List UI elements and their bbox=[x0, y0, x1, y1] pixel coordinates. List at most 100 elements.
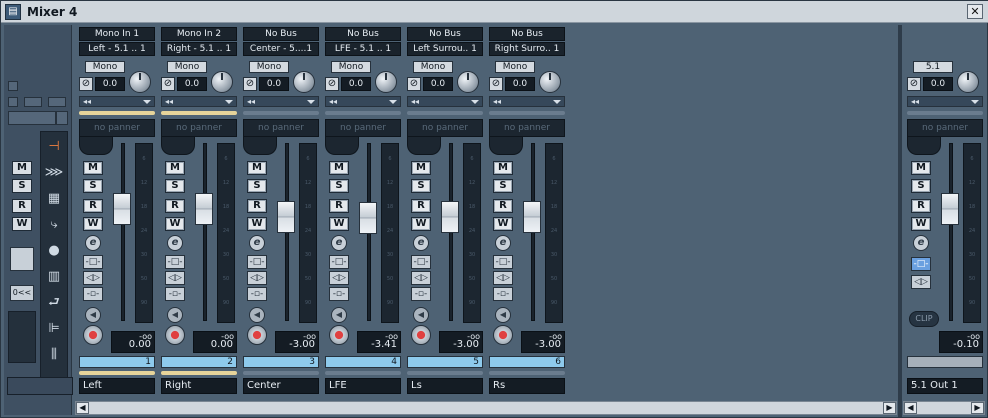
channel-number[interactable]: 4 bbox=[325, 356, 401, 368]
view-sets-dropdown-icon[interactable] bbox=[56, 111, 68, 125]
input-gain-knob[interactable] bbox=[457, 71, 479, 93]
expand-icon[interactable] bbox=[8, 97, 18, 107]
insert-bypass-icon[interactable]: -□- bbox=[247, 255, 267, 269]
input-routing-field[interactable]: Mono In 1 bbox=[79, 27, 155, 41]
level-readout[interactable]: -oo -3.00 bbox=[521, 331, 565, 353]
scroll-left-icon[interactable]: ◀ bbox=[76, 402, 89, 414]
output-dropdown-bar[interactable]: ◂◂ bbox=[907, 96, 983, 107]
input-gain-knob[interactable] bbox=[539, 71, 561, 93]
channel-number[interactable]: 3 bbox=[243, 356, 319, 368]
scroll-left-right-icon[interactable] bbox=[24, 97, 42, 107]
fader-icon[interactable]: ⊫ bbox=[43, 319, 65, 339]
monitor-button[interactable]: ◀ bbox=[85, 307, 101, 323]
channel-dropdown-bar[interactable]: ◂◂ bbox=[407, 96, 483, 107]
edit-channel-button[interactable]: e bbox=[413, 235, 429, 251]
output-scroll-left-icon[interactable]: ◀ bbox=[904, 402, 917, 414]
input-gain-knob[interactable] bbox=[129, 71, 151, 93]
global-write-button[interactable]: W bbox=[12, 217, 32, 231]
record-enable-button[interactable] bbox=[493, 325, 513, 345]
write-button[interactable]: W bbox=[493, 217, 513, 231]
insert-icon[interactable]: ⤷ bbox=[43, 215, 65, 235]
channel-dropdown-bar[interactable]: ◂◂ bbox=[489, 96, 565, 107]
edit-channel-button[interactable]: e bbox=[495, 235, 511, 251]
mute-button[interactable]: M bbox=[493, 161, 513, 175]
phase-icon[interactable]: ⊘ bbox=[489, 77, 503, 91]
record-enable-button[interactable] bbox=[247, 325, 267, 345]
input-icon[interactable]: ⊣ bbox=[43, 137, 65, 157]
output-level-readout[interactable]: -oo -0.10 bbox=[939, 331, 983, 353]
record-enable-button[interactable] bbox=[165, 325, 185, 345]
output-mute-button[interactable]: M bbox=[911, 161, 931, 175]
eq-bypass-icon[interactable]: ◁▷ bbox=[411, 271, 431, 285]
solo-button[interactable]: S bbox=[83, 179, 103, 193]
input-gain-field[interactable]: 0.0 bbox=[95, 77, 125, 91]
sends-icon[interactable]: ▦ bbox=[43, 189, 65, 209]
mute-button[interactable]: M bbox=[83, 161, 103, 175]
channel-name[interactable]: Right bbox=[161, 378, 237, 394]
global-read-button[interactable]: R bbox=[12, 199, 32, 213]
input-routing-field[interactable]: No Bus bbox=[243, 27, 319, 41]
routing-icon[interactable] bbox=[10, 247, 34, 271]
clip-indicator[interactable]: CLIP bbox=[909, 311, 939, 327]
monitor-icon[interactable]: ⋙ bbox=[43, 163, 65, 183]
input-routing-field[interactable]: No Bus bbox=[489, 27, 565, 41]
mono-button[interactable]: Mono bbox=[85, 61, 125, 73]
output-gain-knob[interactable] bbox=[957, 71, 979, 93]
mute-button[interactable]: M bbox=[247, 161, 267, 175]
output-routing-field[interactable]: Center - 5....1 bbox=[243, 42, 319, 56]
panner[interactable]: no panner bbox=[161, 119, 237, 137]
view-sets-icon[interactable] bbox=[8, 111, 56, 125]
channels-horizontal-scrollbar[interactable]: ◀ ▶ bbox=[75, 401, 897, 415]
input-routing-field[interactable]: No Bus bbox=[407, 27, 483, 41]
mono-button[interactable]: Mono bbox=[331, 61, 371, 73]
input-gain-field[interactable]: 0.0 bbox=[259, 77, 289, 91]
panner[interactable]: no panner bbox=[243, 119, 319, 137]
record-enable-button[interactable] bbox=[411, 325, 431, 345]
edit-channel-button[interactable]: e bbox=[331, 235, 347, 251]
global-mute-button[interactable]: M bbox=[12, 161, 32, 175]
solo-button[interactable]: S bbox=[411, 179, 431, 193]
solo-button[interactable]: S bbox=[493, 179, 513, 193]
send-bypass-icon[interactable]: -▫- bbox=[411, 287, 431, 301]
channel-name[interactable]: Ls bbox=[407, 378, 483, 394]
output-read-button[interactable]: R bbox=[911, 199, 931, 213]
write-button[interactable]: W bbox=[247, 217, 267, 231]
insert-bypass-icon[interactable]: -□- bbox=[329, 255, 349, 269]
output-edit-button[interactable]: e bbox=[913, 235, 929, 251]
scroll-right-icon[interactable]: ▶ bbox=[883, 402, 896, 414]
input-routing-field[interactable]: Mono In 2 bbox=[161, 27, 237, 41]
output-routing-field[interactable]: Right - 5.1 .. 1 bbox=[161, 42, 237, 56]
channel-name[interactable]: Left bbox=[79, 378, 155, 394]
monitor-button[interactable]: ◀ bbox=[495, 307, 511, 323]
output-channel-name[interactable]: 5.1 Out 1 bbox=[907, 378, 983, 394]
output-panner[interactable]: no panner bbox=[907, 119, 983, 137]
input-gain-knob[interactable] bbox=[375, 71, 397, 93]
output-write-button[interactable]: W bbox=[911, 217, 931, 231]
output-config-button[interactable]: 5.1 bbox=[913, 61, 953, 73]
insert-bypass-icon[interactable]: -□- bbox=[411, 255, 431, 269]
send-bypass-icon[interactable]: -▫- bbox=[247, 287, 267, 301]
eq-bypass-icon[interactable]: ◁▷ bbox=[83, 271, 103, 285]
output-insert-bypass-icon[interactable]: -□- bbox=[911, 257, 931, 271]
level-readout[interactable]: -oo 0.00 bbox=[111, 331, 155, 353]
channel-dropdown-bar[interactable]: ◂◂ bbox=[325, 96, 401, 107]
read-button[interactable]: R bbox=[329, 199, 349, 213]
output-routing-field[interactable]: Left - 5.1 .. 1 bbox=[79, 42, 155, 56]
mono-button[interactable]: Mono bbox=[413, 61, 453, 73]
global-solo-button[interactable]: S bbox=[12, 179, 32, 193]
output-routing-field[interactable]: LFE - 5.1 .. 1 bbox=[325, 42, 401, 56]
input-gain-knob[interactable] bbox=[211, 71, 233, 93]
phase-icon[interactable]: ⊘ bbox=[907, 77, 921, 91]
phase-icon[interactable]: ⊘ bbox=[407, 77, 421, 91]
edit-channel-button[interactable]: e bbox=[85, 235, 101, 251]
read-button[interactable]: R bbox=[83, 199, 103, 213]
eq-bypass-icon[interactable]: ◁▷ bbox=[247, 271, 267, 285]
output-routing-field[interactable]: Left Surrou.. 1 bbox=[407, 42, 483, 56]
write-button[interactable]: W bbox=[411, 217, 431, 231]
insert-bypass-icon[interactable]: -□- bbox=[83, 255, 103, 269]
fader-handle[interactable] bbox=[441, 201, 459, 233]
insert-bypass-icon[interactable]: -□- bbox=[493, 255, 513, 269]
panner[interactable]: no panner bbox=[489, 119, 565, 137]
monitor-button[interactable]: ◀ bbox=[413, 307, 429, 323]
output-gain-field[interactable]: 0.0 bbox=[923, 77, 953, 91]
